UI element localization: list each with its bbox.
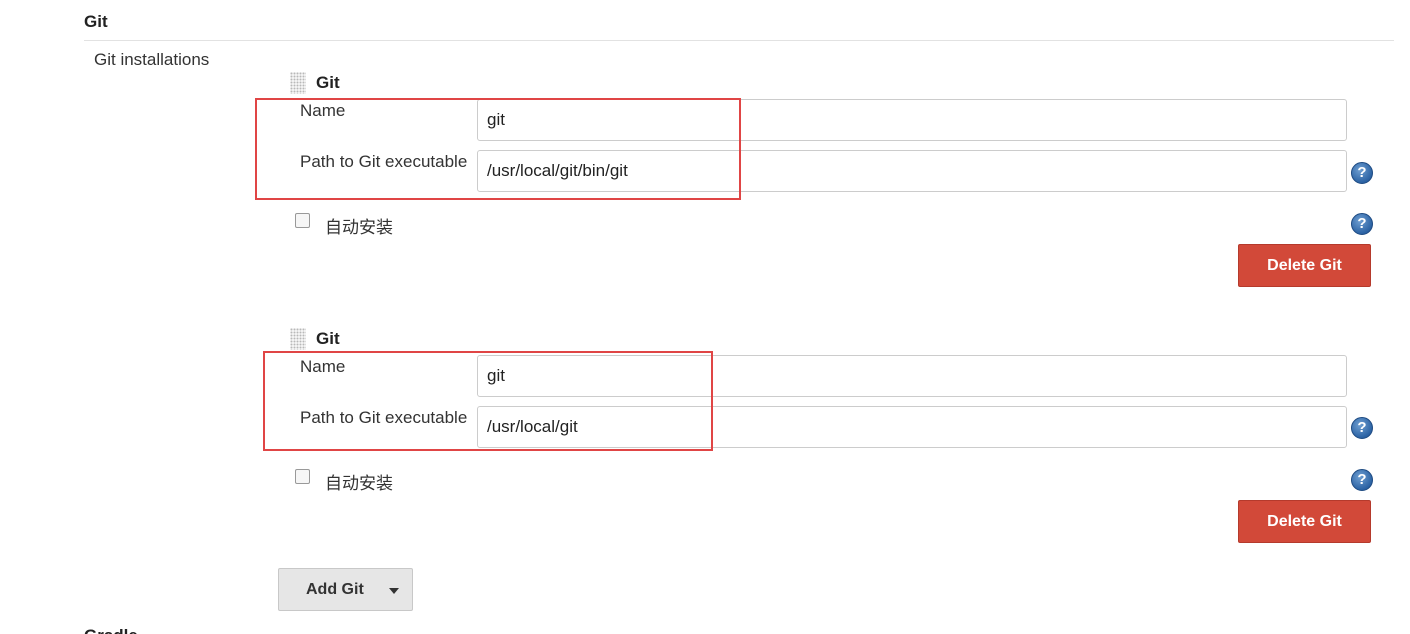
auto-install-label: 自动安装: [325, 218, 393, 237]
name-label: Name: [300, 357, 346, 376]
delete-git-button[interactable]: Delete Git: [1238, 500, 1371, 543]
help-icon[interactable]: ?: [1351, 213, 1373, 235]
section-title: Git: [84, 12, 108, 31]
installations-label: Git installations: [94, 50, 210, 69]
name-label: Name: [300, 101, 346, 120]
drag-handle-icon[interactable]: [290, 72, 306, 94]
drag-handle-icon[interactable]: [290, 328, 306, 350]
path-input[interactable]: [477, 150, 1347, 192]
path-label: Path to Git executable: [300, 152, 468, 171]
path-label: Path to Git executable: [300, 408, 468, 427]
help-icon[interactable]: ?: [1351, 162, 1373, 184]
installation-title: Git: [316, 329, 340, 348]
name-input[interactable]: [477, 355, 1347, 397]
add-git-label: Add Git: [306, 581, 364, 598]
help-icon[interactable]: ?: [1351, 469, 1373, 491]
installation-title: Git: [316, 73, 340, 92]
auto-install-label: 自动安装: [325, 474, 393, 493]
path-input[interactable]: [477, 406, 1347, 448]
auto-install-checkbox[interactable]: [295, 213, 310, 228]
next-section-title: Gradle: [84, 626, 138, 634]
delete-git-button[interactable]: Delete Git: [1238, 244, 1371, 287]
section-divider: [84, 40, 1394, 41]
chevron-down-icon[interactable]: [389, 588, 399, 594]
name-input[interactable]: [477, 99, 1347, 141]
git-config-page: Git Git installations Git Name Path to G…: [0, 0, 1410, 634]
help-icon[interactable]: ?: [1351, 417, 1373, 439]
auto-install-checkbox[interactable]: [295, 469, 310, 484]
add-git-button[interactable]: Add Git: [278, 568, 413, 611]
